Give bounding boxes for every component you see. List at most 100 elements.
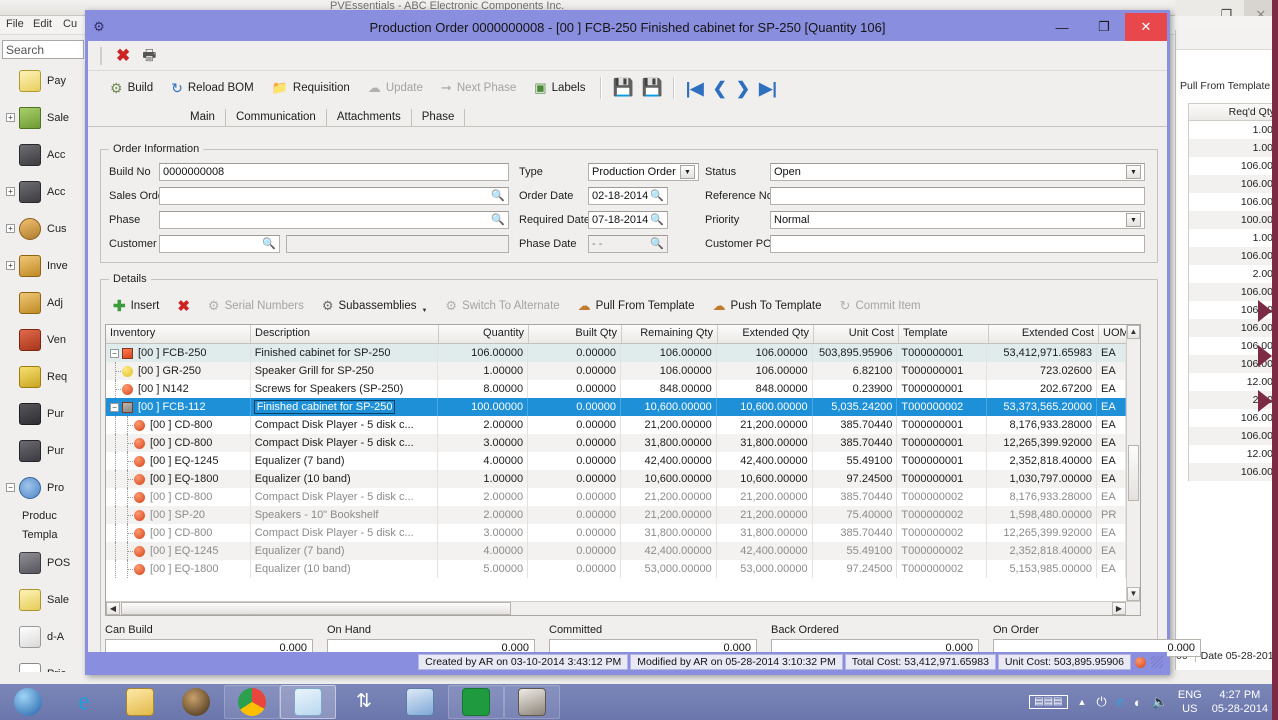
tree-item-adjustments[interactable]: Adj bbox=[0, 284, 86, 321]
grid-cell-extended-cost[interactable]: 8,176,933.28000 bbox=[987, 488, 1098, 506]
grid-cell-uom[interactable]: EA bbox=[1097, 344, 1126, 362]
grid-cell-template[interactable]: T000000001 bbox=[897, 434, 988, 452]
customer-po-field[interactable] bbox=[770, 235, 1145, 253]
grid-cell-extended-cost[interactable]: 723.02600 bbox=[987, 362, 1098, 380]
table-row[interactable]: − [00 ] FCB-250 Finished cabinet for SP-25… bbox=[106, 344, 1126, 362]
grid-cell-unit-cost[interactable]: 385.70440 bbox=[813, 416, 898, 434]
table-row[interactable]: [00 ] EQ-1245 Equalizer (7 band) 4.00000 0.… bbox=[106, 542, 1126, 560]
grid-cell-inventory[interactable]: [00 ] EQ-1245 bbox=[106, 452, 251, 470]
grid-cell-extended-qty[interactable]: 53,000.00000 bbox=[717, 560, 813, 578]
grid-cell-inventory[interactable]: [00 ] GR-250 bbox=[106, 362, 251, 380]
grid-cell-built-qty[interactable]: 0.00000 bbox=[528, 434, 621, 452]
row-expander[interactable]: − bbox=[110, 402, 119, 412]
grid-cell-description[interactable]: Equalizer (10 band) bbox=[251, 560, 439, 578]
grid-cell-remaining-qty[interactable]: 10,600.00000 bbox=[621, 470, 717, 488]
menu-customer[interactable]: Cu bbox=[63, 18, 77, 30]
grid-cell-built-qty[interactable]: 0.00000 bbox=[528, 416, 621, 434]
scroll-right-icon[interactable]: ▶ bbox=[1112, 602, 1126, 615]
grid-column-header[interactable]: Template bbox=[899, 325, 989, 343]
previous-record-icon[interactable]: ❮ bbox=[713, 80, 727, 97]
tree-item-accounts-receivable[interactable]: Acc bbox=[0, 136, 86, 173]
grid-cell-inventory[interactable]: [00 ] EQ-1800 bbox=[106, 560, 251, 578]
grid-cell-description[interactable]: Equalizer (10 band) bbox=[251, 470, 439, 488]
grid-cell-uom[interactable]: EA bbox=[1097, 434, 1126, 452]
order-date-field[interactable]: 02-18-2014 🔍 bbox=[588, 187, 668, 205]
grid-cell-description[interactable]: Equalizer (7 band) bbox=[251, 452, 439, 470]
grid-cell-built-qty[interactable]: 0.00000 bbox=[528, 470, 621, 488]
tree-item-payroll[interactable]: Pay bbox=[0, 62, 86, 99]
tree-item-production[interactable]: − Pro bbox=[0, 469, 86, 506]
grid-cell-unit-cost[interactable]: 385.70440 bbox=[813, 488, 898, 506]
search-input[interactable]: Search bbox=[2, 40, 84, 59]
taskbar-item-file-explorer[interactable] bbox=[112, 685, 168, 719]
grid-cell-inventory[interactable]: − [00 ] FCB-112 bbox=[106, 398, 251, 416]
grid-cell-built-qty[interactable]: 0.00000 bbox=[528, 524, 621, 542]
tab-phase[interactable]: Phase bbox=[412, 109, 466, 126]
grid-cell-unit-cost[interactable]: 5,035.24200 bbox=[813, 398, 898, 416]
tree-item-pos[interactable]: POS bbox=[0, 544, 86, 581]
tree-expander[interactable]: + bbox=[6, 224, 15, 233]
grid-cell-uom[interactable]: EA bbox=[1097, 452, 1126, 470]
grid-cell-inventory[interactable]: − [00 ] FCB-250 bbox=[106, 344, 251, 362]
grid-cell-remaining-qty[interactable]: 106.00000 bbox=[621, 344, 717, 362]
grid-cell-quantity[interactable]: 3.00000 bbox=[438, 434, 529, 452]
grid-cell-quantity[interactable]: 5.00000 bbox=[438, 560, 529, 578]
required-date-field[interactable]: 07-18-2014 🔍 bbox=[588, 211, 668, 229]
dialog-close-button[interactable]: ✕ bbox=[1125, 13, 1167, 41]
customer-field[interactable]: 🔍 bbox=[159, 235, 280, 253]
grid-cell-inventory[interactable]: [00 ] EQ-1800 bbox=[106, 470, 251, 488]
grid-cell-remaining-qty[interactable]: 21,200.00000 bbox=[621, 416, 717, 434]
delete-x-icon[interactable]: ✖ bbox=[116, 47, 130, 64]
taskbar-item-internet-explorer[interactable]: e bbox=[56, 685, 112, 719]
table-row[interactable]: [00 ] EQ-1800 Equalizer (10 band) 5.00000 0… bbox=[106, 560, 1126, 578]
grid-column-header[interactable]: Built Qty bbox=[529, 325, 622, 343]
tree-item-sales[interactable]: + Sale bbox=[0, 99, 86, 136]
taskbar-item-remote-desktop[interactable] bbox=[392, 685, 448, 719]
customer-name-field[interactable] bbox=[286, 235, 509, 253]
scroll-down-icon[interactable]: ▼ bbox=[1127, 587, 1140, 601]
dialog-window-controls[interactable]: — ❐ ✕ bbox=[1041, 13, 1167, 41]
grid-cell-description[interactable]: Compact Disk Player - 5 disk c... bbox=[251, 488, 439, 506]
table-row[interactable]: [00 ] CD-800 Compact Disk Player - 5 disk… bbox=[106, 416, 1126, 434]
taskbar-item-chrome[interactable] bbox=[224, 685, 280, 719]
battery-icon[interactable]: ⏻ bbox=[1096, 694, 1106, 710]
phase-field[interactable]: 🔍 bbox=[159, 211, 509, 229]
tree-item-customers[interactable]: + Cus bbox=[0, 210, 86, 247]
grid-cell-uom[interactable]: EA bbox=[1097, 380, 1126, 398]
grid-cell-extended-cost[interactable]: 53,412,971.65983 bbox=[987, 344, 1098, 362]
grid-cell-unit-cost[interactable]: 503,895.95906 bbox=[813, 344, 898, 362]
grid-cell-template[interactable]: T000000002 bbox=[897, 524, 988, 542]
grid-cell-inventory[interactable]: [00 ] CD-800 bbox=[106, 416, 251, 434]
grid-cell-description[interactable]: Screws for Speakers (SP-250) bbox=[251, 380, 439, 398]
grid-cell-unit-cost[interactable]: 385.70440 bbox=[813, 524, 898, 542]
grid-cell-extended-cost[interactable]: 12,265,399.92000 bbox=[987, 434, 1098, 452]
scroll-left-icon[interactable]: ◀ bbox=[106, 602, 120, 615]
grid-cell-remaining-qty[interactable]: 31,800.00000 bbox=[621, 434, 717, 452]
grid-cell-remaining-qty[interactable]: 10,600.00000 bbox=[621, 398, 717, 416]
priority-select[interactable]: Normal ▼ bbox=[770, 211, 1145, 229]
reference-no-field[interactable] bbox=[770, 187, 1145, 205]
scroll-up-icon[interactable]: ▲ bbox=[1127, 325, 1140, 339]
menu-file[interactable]: File bbox=[6, 18, 24, 30]
grid-cell-remaining-qty[interactable]: 53,000.00000 bbox=[621, 560, 717, 578]
grid-cell-unit-cost[interactable]: 385.70440 bbox=[813, 434, 898, 452]
grid-cell-extended-qty[interactable]: 106.00000 bbox=[717, 344, 813, 362]
grid-cell-description[interactable]: Equalizer (7 band) bbox=[251, 542, 439, 560]
grid-cell-template[interactable]: T000000001 bbox=[897, 416, 988, 434]
search-icon[interactable]: 🔍 bbox=[491, 189, 505, 204]
navigation-tree[interactable]: Pay + Sale Acc + Acc + Cus + Inve Adj Ve… bbox=[0, 62, 86, 672]
search-icon[interactable]: 🔍 bbox=[262, 237, 276, 252]
build-no-field[interactable]: 0000000008 bbox=[159, 163, 509, 181]
chevron-down-icon[interactable]: ▼ bbox=[680, 165, 695, 179]
tree-item-data-analysis[interactable]: d-A bbox=[0, 618, 86, 655]
grid-cell-inventory[interactable]: [00 ] CD-800 bbox=[106, 488, 251, 506]
save-close-icon[interactable]: 💾 bbox=[639, 78, 666, 98]
phase-date-field[interactable]: - - 🔍 bbox=[588, 235, 668, 253]
dialog-maximize-button[interactable]: ❐ bbox=[1083, 13, 1125, 41]
grid-cell-unit-cost[interactable]: 97.24500 bbox=[813, 470, 898, 488]
grid-cell-uom[interactable]: EA bbox=[1097, 362, 1126, 380]
grid-cell-uom[interactable]: EA bbox=[1097, 398, 1126, 416]
grid-cell-description[interactable]: Compact Disk Player - 5 disk c... bbox=[251, 416, 439, 434]
grid-cell-description[interactable]: Compact Disk Player - 5 disk c... bbox=[251, 434, 439, 452]
grid-cell-built-qty[interactable]: 0.00000 bbox=[528, 488, 621, 506]
